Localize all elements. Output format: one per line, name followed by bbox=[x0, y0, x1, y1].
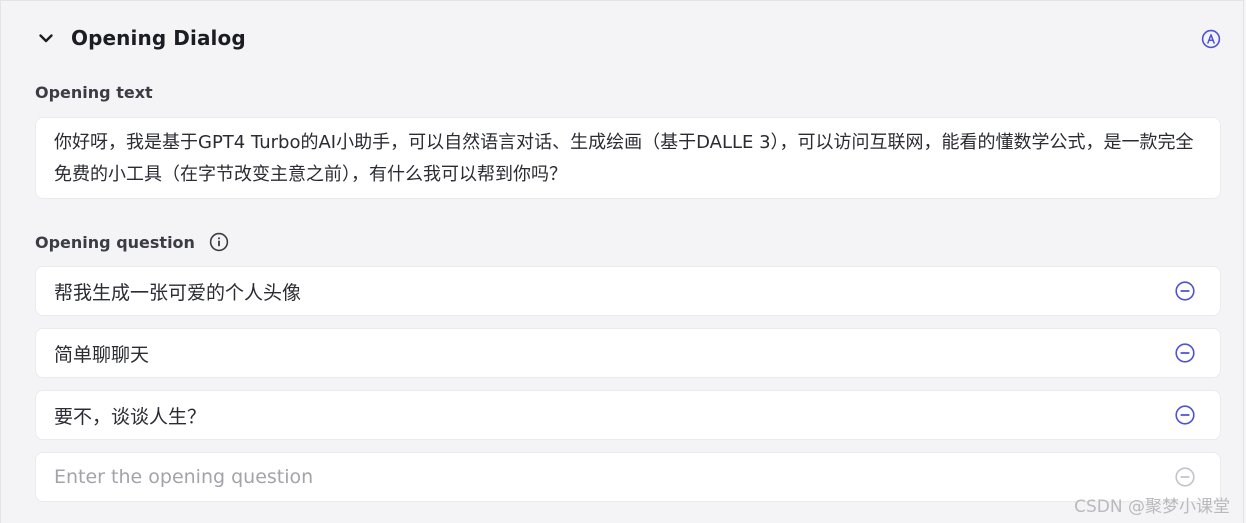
chevron-down-icon[interactable] bbox=[35, 27, 57, 49]
watermark: CSDN @聚梦小课堂 bbox=[1074, 497, 1230, 517]
opening-question-header: Opening question bbox=[35, 232, 229, 252]
opening-question-label: Opening question bbox=[35, 232, 195, 252]
section-title: Opening Dialog bbox=[71, 26, 246, 50]
remove-question-icon[interactable] bbox=[1173, 341, 1197, 365]
opening-dialog-panel: Opening Dialog Opening text 你好呀，我是基于GPT4… bbox=[0, 0, 1244, 523]
remove-question-icon-disabled bbox=[1173, 465, 1197, 489]
opening-question-item[interactable]: 帮我生成一张可爱的个人头像 bbox=[35, 266, 1221, 316]
opening-text-value: 你好呀，我是基于GPT4 Turbo的AI小助手，可以自然语言对话、生成绘画（基… bbox=[54, 132, 1194, 185]
circle-a-icon[interactable] bbox=[1200, 28, 1222, 50]
remove-question-icon[interactable] bbox=[1173, 403, 1197, 427]
section-header[interactable]: Opening Dialog bbox=[35, 23, 246, 53]
opening-question-item[interactable]: 要不，谈谈人生？ bbox=[35, 390, 1221, 440]
new-question-row bbox=[35, 452, 1221, 502]
question-text: 要不，谈谈人生？ bbox=[54, 405, 207, 428]
remove-question-icon[interactable] bbox=[1173, 279, 1197, 303]
opening-text-label: Opening text bbox=[35, 83, 153, 102]
info-icon[interactable] bbox=[209, 232, 229, 252]
new-question-input[interactable] bbox=[54, 466, 1173, 488]
opening-question-item[interactable]: 简单聊聊天 bbox=[35, 328, 1221, 378]
question-text: 帮我生成一张可爱的个人头像 bbox=[54, 281, 302, 304]
question-text: 简单聊聊天 bbox=[54, 343, 150, 366]
opening-text-field[interactable]: 你好呀，我是基于GPT4 Turbo的AI小助手，可以自然语言对话、生成绘画（基… bbox=[35, 117, 1221, 199]
